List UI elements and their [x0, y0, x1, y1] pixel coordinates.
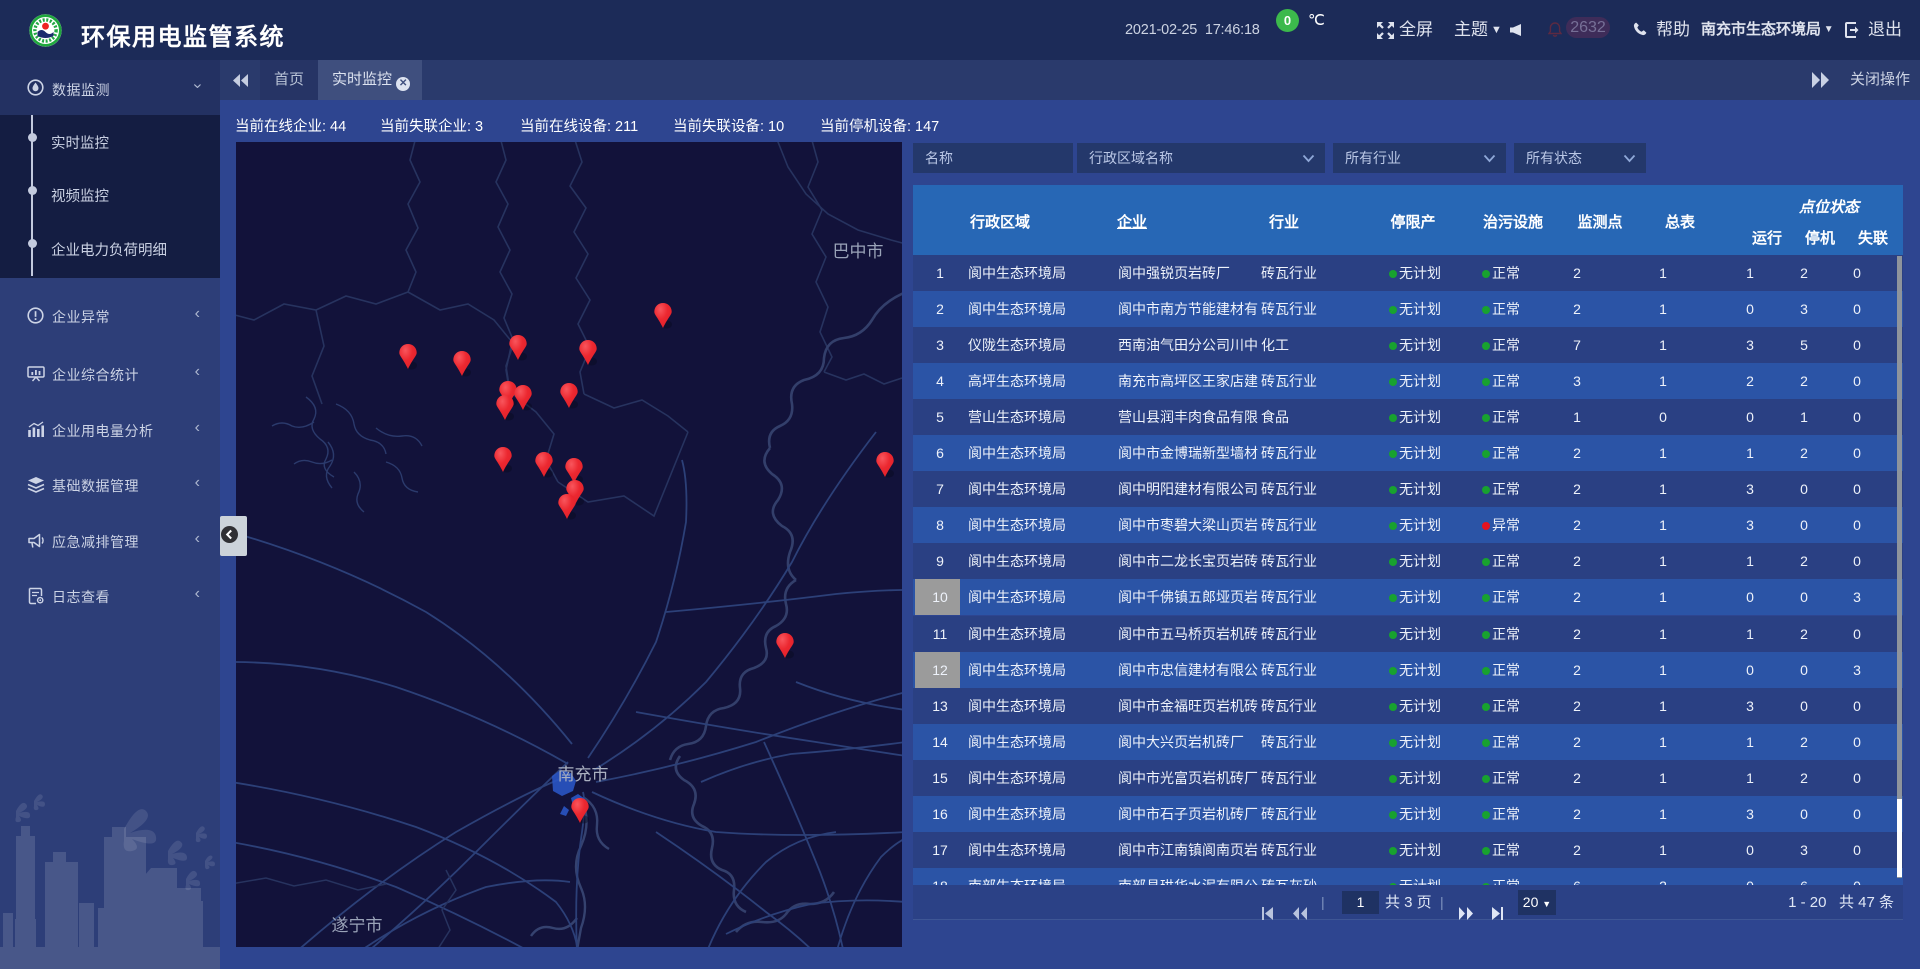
svg-text:南充市: 南充市 [558, 765, 609, 784]
svg-text:遂宁市: 遂宁市 [332, 916, 383, 935]
svg-text:巴中市: 巴中市 [833, 242, 884, 261]
